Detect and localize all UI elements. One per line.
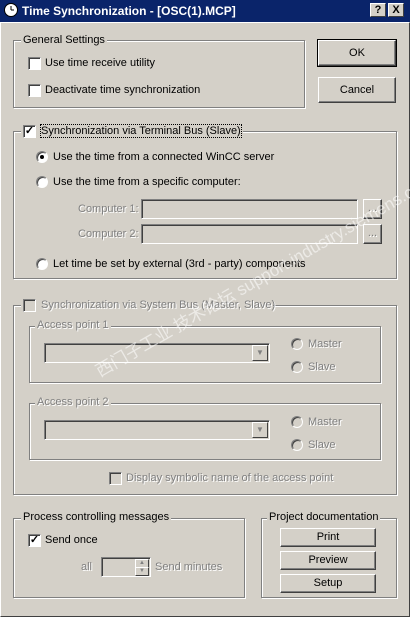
clock-icon[interactable] bbox=[4, 3, 18, 17]
send-minutes-field[interactable]: ▲ ▼ bbox=[101, 557, 151, 577]
preview-button[interactable]: Preview bbox=[280, 551, 376, 570]
use-time-receive-label[interactable]: Use time receive utility bbox=[45, 57, 155, 69]
project-doc-legend: Project documentation bbox=[267, 511, 381, 523]
terminal-bus-checkbox[interactable]: ✓ bbox=[23, 125, 36, 138]
send-once-checkbox[interactable]: ✓ bbox=[28, 534, 41, 547]
radio-wincc-server[interactable] bbox=[36, 151, 48, 163]
system-bus-label[interactable]: Synchronization via System Bus (Master, … bbox=[41, 299, 275, 311]
access-point-2-dropdown[interactable]: ▼ bbox=[44, 420, 270, 440]
ap2-master-label[interactable]: Master bbox=[308, 416, 342, 428]
process-messages-legend: Process controlling messages bbox=[21, 511, 172, 523]
computer1-browse-button[interactable]: ... bbox=[363, 199, 382, 219]
ap1-master-radio[interactable] bbox=[291, 338, 303, 350]
deactivate-sync-label[interactable]: Deactivate time synchronization bbox=[45, 84, 200, 96]
radio-specific-computer-label[interactable]: Use the time from a specific computer: bbox=[53, 176, 241, 188]
ap2-master-radio[interactable] bbox=[291, 416, 303, 428]
ok-button[interactable]: OK bbox=[317, 39, 397, 67]
close-button[interactable]: X bbox=[388, 3, 404, 17]
computer2-field[interactable] bbox=[141, 224, 358, 244]
display-symbolic-label[interactable]: Display symbolic name of the access poin… bbox=[126, 472, 333, 484]
spin-down-icon[interactable]: ▼ bbox=[135, 567, 149, 576]
ap1-master-label[interactable]: Master bbox=[308, 338, 342, 350]
radio-wincc-server-label[interactable]: Use the time from a connected WinCC serv… bbox=[53, 151, 274, 163]
title-bar: Time Synchronization - [OSC(1).MCP] ? X bbox=[0, 0, 410, 22]
access-point-2-legend: Access point 2 bbox=[35, 396, 111, 408]
cancel-button[interactable]: Cancel bbox=[318, 77, 396, 103]
display-symbolic-checkbox[interactable] bbox=[109, 472, 122, 485]
chevron-down-icon[interactable]: ▼ bbox=[252, 422, 268, 438]
system-bus-checkbox[interactable] bbox=[23, 299, 36, 312]
send-once-label[interactable]: Send once bbox=[45, 534, 98, 546]
radio-external-components-label[interactable]: Let time be set by external (3rd - party… bbox=[53, 258, 306, 270]
radio-specific-computer[interactable] bbox=[36, 176, 48, 188]
computer1-label: Computer 1: bbox=[78, 203, 139, 215]
send-minutes-label: Send minutes bbox=[155, 561, 223, 573]
setup-button[interactable]: Setup bbox=[280, 574, 376, 593]
ap2-slave-label[interactable]: Slave bbox=[308, 439, 336, 451]
computer1-field[interactable] bbox=[141, 199, 358, 219]
print-button[interactable]: Print bbox=[280, 528, 376, 547]
computer2-label: Computer 2: bbox=[78, 228, 139, 240]
access-point-1-legend: Access point 1 bbox=[35, 319, 111, 331]
all-label: all bbox=[81, 561, 93, 573]
general-settings-group bbox=[13, 40, 305, 108]
ap2-slave-radio[interactable] bbox=[291, 439, 303, 451]
deactivate-sync-checkbox[interactable] bbox=[28, 84, 41, 97]
chevron-down-icon[interactable]: ▼ bbox=[252, 345, 268, 361]
help-button[interactable]: ? bbox=[370, 3, 386, 17]
use-time-receive-checkbox[interactable] bbox=[28, 57, 41, 70]
computer2-browse-button[interactable]: ... bbox=[363, 224, 382, 244]
window-title: Time Synchronization - [OSC(1).MCP] bbox=[22, 4, 236, 18]
ap1-slave-radio[interactable] bbox=[291, 361, 303, 373]
general-settings-legend: General Settings bbox=[21, 34, 107, 46]
radio-external-components[interactable] bbox=[36, 258, 48, 270]
ap1-slave-label[interactable]: Slave bbox=[308, 361, 336, 373]
access-point-1-dropdown[interactable]: ▼ bbox=[44, 343, 270, 363]
terminal-bus-label[interactable]: Synchronization via Terminal Bus (Slave) bbox=[40, 124, 242, 138]
